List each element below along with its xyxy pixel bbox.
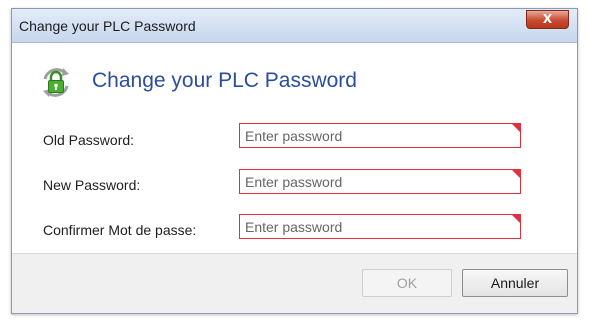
window-title: Change your PLC Password <box>19 18 196 34</box>
confirm-password-label: Confirmer Mot de passe: <box>43 222 197 238</box>
lock-refresh-icon <box>43 68 69 97</box>
close-button[interactable]: X <box>526 10 569 29</box>
cancel-button[interactable]: Annuler <box>462 269 568 297</box>
new-password-label: New Password: <box>43 177 141 193</box>
new-password-input[interactable] <box>239 169 521 194</box>
old-password-input[interactable] <box>239 123 521 148</box>
ok-button[interactable]: OK <box>362 269 452 297</box>
title-bar[interactable]: Change your PLC Password X <box>12 9 577 43</box>
new-password-error-marker <box>511 169 521 179</box>
dialog-header: Change your PLC Password <box>12 42 577 116</box>
confirm-password-error-marker <box>511 214 521 224</box>
close-icon: X <box>542 12 553 26</box>
dialog-heading: Change your PLC Password <box>92 69 357 92</box>
dialog-footer: OK Annuler <box>12 253 577 313</box>
old-password-label: Old Password: <box>43 132 135 148</box>
change-password-dialog: Change your PLC Password X Change your P… <box>11 8 578 314</box>
old-password-error-marker <box>511 123 521 133</box>
confirm-password-input[interactable] <box>239 214 521 239</box>
